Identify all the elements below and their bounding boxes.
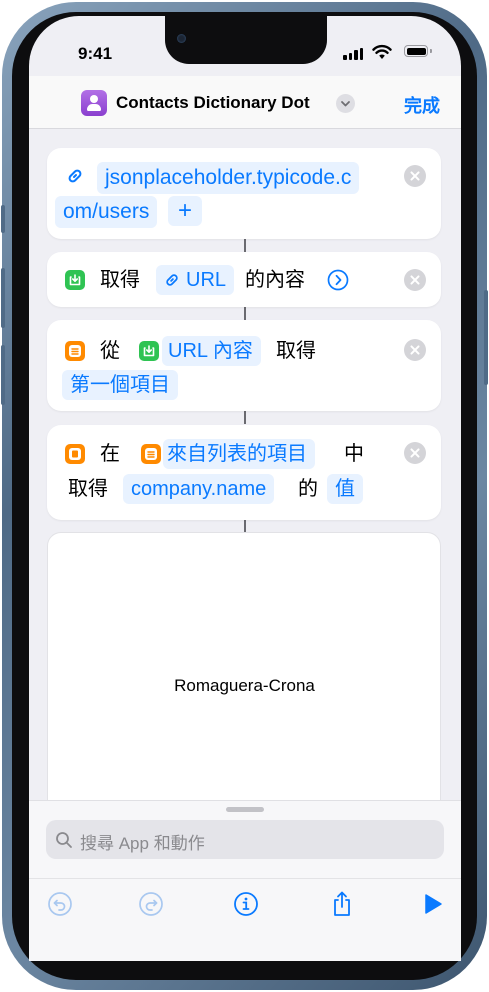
list-icon [65,341,85,361]
remove-action-button[interactable] [404,165,426,187]
result-text: Romaguera-Crona [174,676,315,695]
share-icon [334,891,350,916]
notch [165,16,327,64]
download-icon [139,341,159,361]
sheet-grabber[interactable] [226,807,264,812]
remove-action-button[interactable] [404,269,426,291]
search-placeholder: 搜尋 App 和動作 [80,834,205,853]
run-button[interactable] [418,890,446,918]
undo-button[interactable] [46,890,74,918]
middle-label: 中 [344,443,364,465]
status-time: 9:41 [78,44,113,63]
download-icon [65,270,85,290]
contacts-app-icon[interactable] [81,90,107,116]
play-icon [425,894,442,914]
redo-icon [139,892,163,916]
url-value-token-continued[interactable]: om/users [55,196,158,228]
info-icon [234,892,258,916]
flow-connector [244,520,246,532]
url-contents-variable-token[interactable]: URL 內容 [162,336,261,366]
flow-connector [244,239,246,252]
link-icon [166,274,178,286]
url-value-token[interactable]: jsonplaceholder.typicode.c [97,162,360,194]
title-menu-button[interactable] [336,94,355,113]
undo-icon [48,892,72,916]
chevron-right-circle-icon [327,269,349,291]
first-item-token[interactable]: 第一個項目 [62,370,178,400]
flow-connector [244,411,246,424]
shortcut-title[interactable]: Contacts Dictionary Dot [116,93,310,113]
link-icon [68,169,82,183]
chevron-down-icon [341,101,350,107]
toolbar-divider [29,878,461,879]
redo-button[interactable] [137,890,165,918]
value-token[interactable]: 值 [327,474,363,504]
cellular-signal-icon [343,46,365,60]
of-label: 的 [298,478,318,500]
get-label: 取得 [100,269,140,291]
remove-action-button[interactable] [404,339,426,361]
get-label: 取得 [276,340,316,362]
info-button[interactable] [232,890,260,918]
search-icon [56,832,72,848]
add-url-button[interactable]: + [168,196,202,226]
remove-action-button[interactable] [404,442,426,464]
contents-label: 的內容 [245,269,305,291]
list-icon [141,444,161,464]
side-button [1,205,5,233]
from-label: 從 [100,340,120,362]
get-label: 取得 [68,478,108,500]
flow-connector [244,307,246,320]
volume-up-button [1,268,5,328]
battery-icon [404,45,432,57]
camera [177,34,186,43]
power-button [484,290,488,385]
wifi-icon [372,44,392,59]
volume-down-button [1,345,5,405]
done-button[interactable]: 完成 [404,92,440,118]
item-from-list-variable-token[interactable]: 來自列表的項目 [163,439,315,469]
expand-action-button[interactable] [327,269,349,291]
key-token[interactable]: company.name [123,474,275,504]
share-button[interactable] [328,890,356,918]
in-label: 在 [100,443,120,465]
dictionary-icon [65,444,85,464]
